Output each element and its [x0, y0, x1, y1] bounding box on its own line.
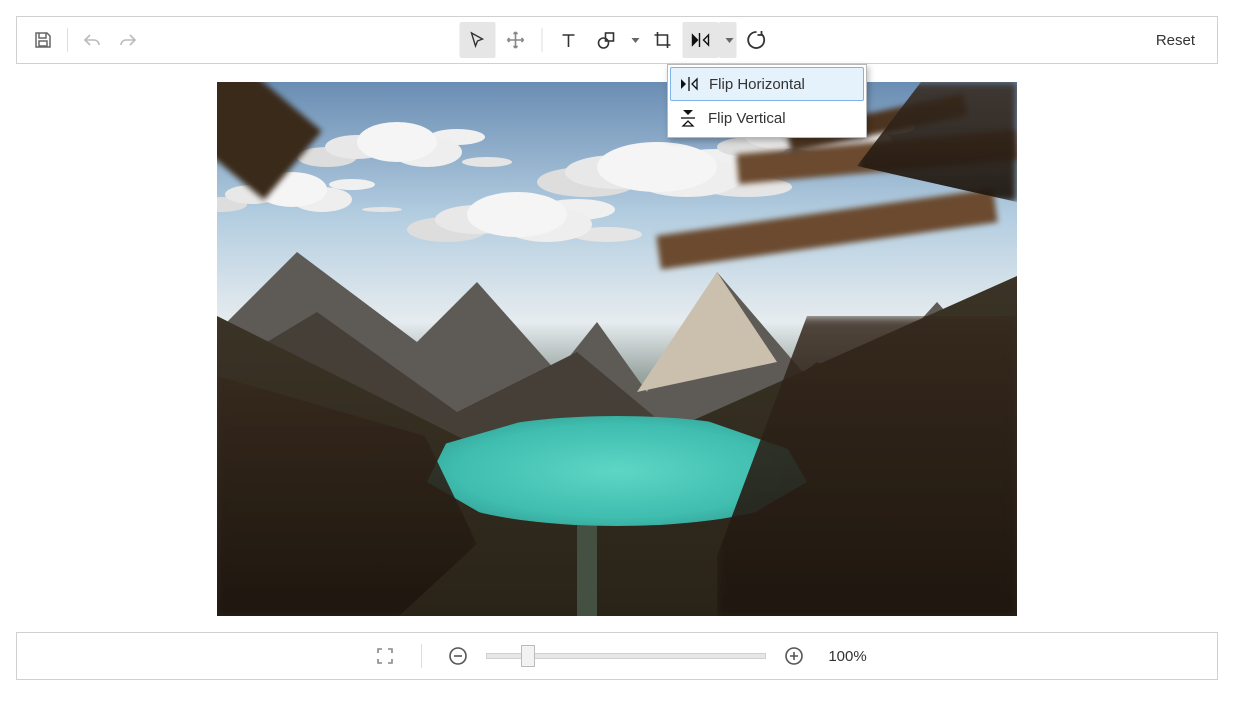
flip-dropdown: Flip Horizontal Flip Vertical	[667, 64, 867, 138]
toolbar-center-group	[460, 22, 775, 58]
flip-vertical-item[interactable]: Flip Vertical	[670, 101, 864, 135]
redo-button[interactable]	[110, 22, 146, 58]
fullscreen-icon	[376, 647, 394, 665]
cursor-icon	[469, 31, 487, 49]
main-toolbar: Reset Flip Horizontal Flip Vertical	[16, 16, 1218, 64]
crop-icon	[653, 30, 673, 50]
zoom-out-icon	[448, 646, 468, 666]
crop-tool-button[interactable]	[645, 22, 681, 58]
chevron-down-icon	[726, 38, 734, 43]
save-icon	[33, 30, 53, 50]
separator	[421, 644, 422, 668]
rotate-tool-button[interactable]	[739, 22, 775, 58]
flip-vertical-icon	[678, 108, 698, 128]
rotate-icon	[747, 30, 767, 50]
image-canvas[interactable]	[217, 82, 1017, 616]
toolbar-left-group	[25, 22, 146, 58]
zoom-in-button[interactable]	[776, 638, 812, 674]
reset-label: Reset	[1156, 32, 1195, 49]
shape-icon	[597, 30, 617, 50]
flip-horizontal-item[interactable]: Flip Horizontal	[670, 67, 864, 101]
zoom-out-button[interactable]	[440, 638, 476, 674]
canvas-area	[16, 64, 1218, 632]
zoom-percent-label: 100%	[828, 648, 866, 665]
zoom-in-icon	[784, 646, 804, 666]
chevron-down-icon	[632, 38, 640, 43]
save-button[interactable]	[25, 22, 61, 58]
flip-vertical-label: Flip Vertical	[708, 110, 786, 127]
undo-icon	[82, 32, 102, 48]
zoom-slider-thumb[interactable]	[521, 645, 535, 667]
separator	[542, 28, 543, 52]
flip-tool-button[interactable]	[683, 22, 737, 58]
redo-icon	[118, 32, 138, 48]
move-icon	[506, 30, 526, 50]
flip-tool-main[interactable]	[683, 22, 719, 58]
shape-tool-caret[interactable]	[625, 22, 643, 58]
zoom-toolbar: 100%	[16, 632, 1218, 680]
shape-tool-button[interactable]	[589, 22, 643, 58]
shape-tool-main[interactable]	[589, 22, 625, 58]
flip-horizontal-icon	[691, 31, 711, 49]
flip-horizontal-label: Flip Horizontal	[709, 76, 805, 93]
fit-screen-button[interactable]	[367, 638, 403, 674]
flip-tool-caret[interactable]	[719, 22, 737, 58]
reset-button[interactable]: Reset	[1142, 26, 1209, 55]
text-tool-button[interactable]	[551, 22, 587, 58]
select-tool-button[interactable]	[460, 22, 496, 58]
undo-button[interactable]	[74, 22, 110, 58]
text-icon	[560, 31, 578, 49]
flip-horizontal-icon	[679, 74, 699, 94]
move-tool-button[interactable]	[498, 22, 534, 58]
separator	[67, 28, 68, 52]
zoom-slider[interactable]	[486, 653, 766, 659]
